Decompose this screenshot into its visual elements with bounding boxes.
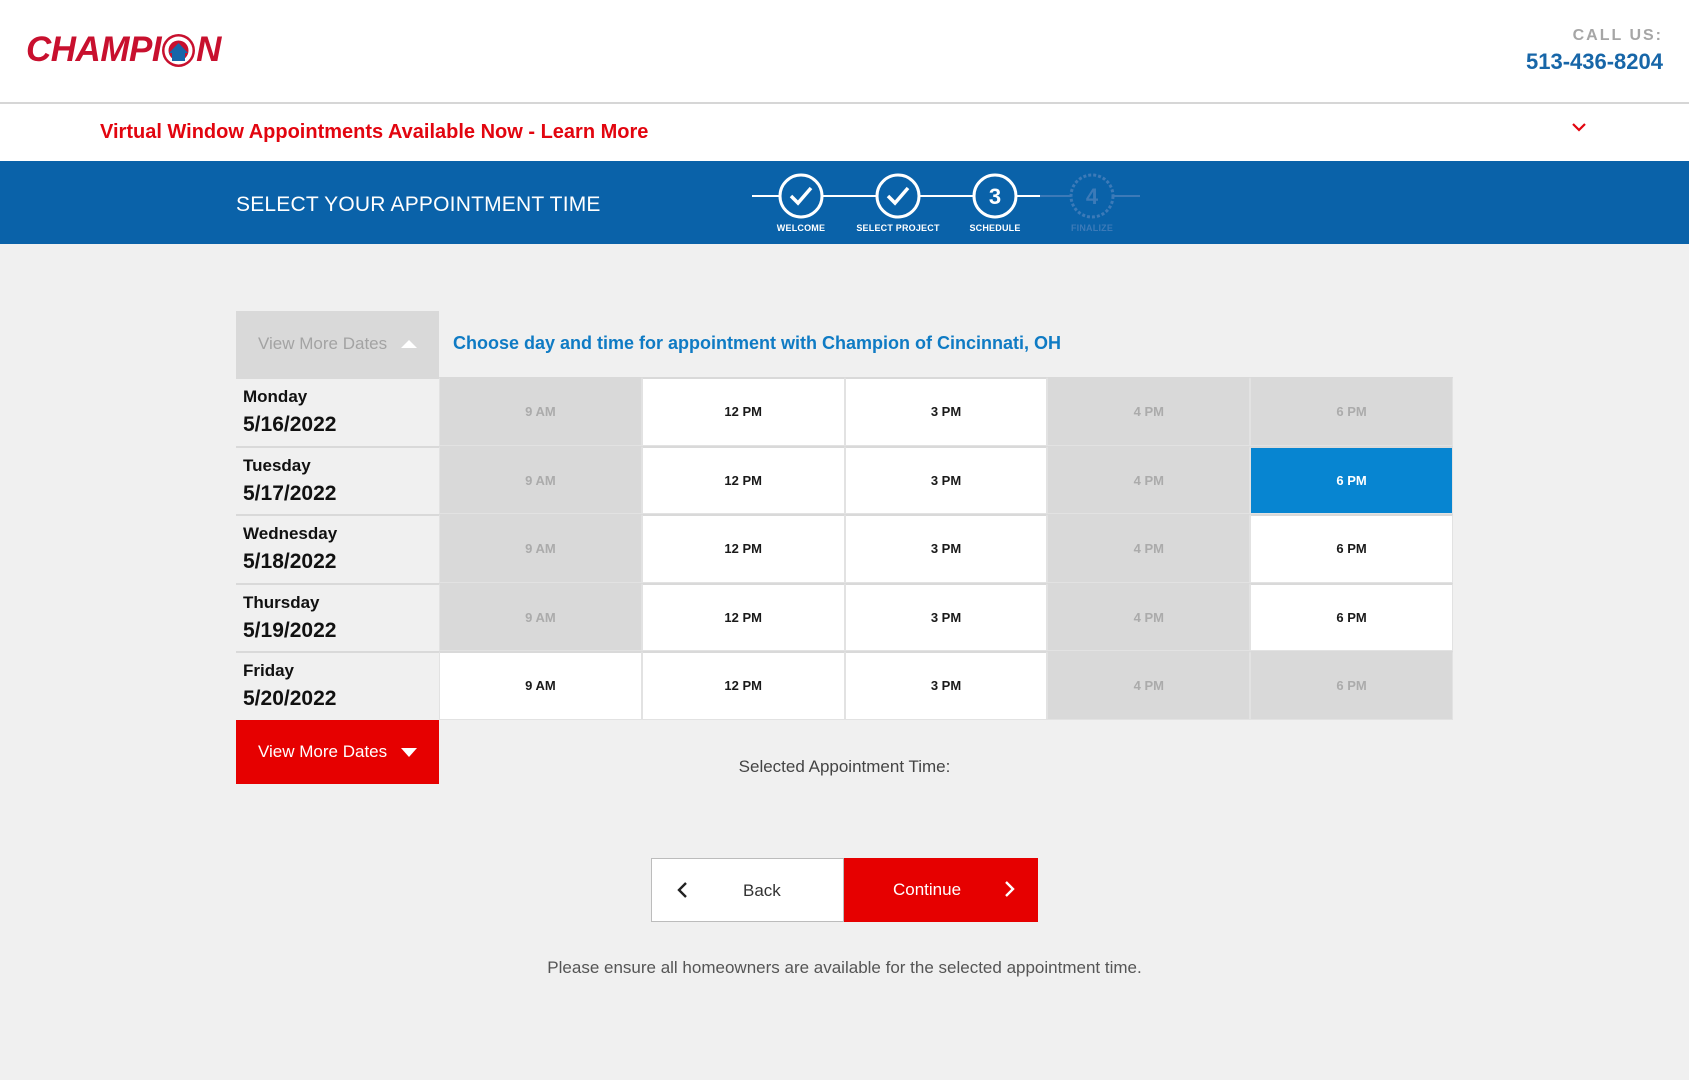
time-slot-6-pm[interactable]: 6 PM: [1250, 582, 1453, 651]
time-slot-3-pm[interactable]: 3 PM: [844, 582, 1048, 651]
time-slot-3-pm[interactable]: 3 PM: [844, 651, 1048, 720]
view-more-dates-up-label: View More Dates: [258, 334, 388, 353]
triangle-up-icon: [401, 340, 418, 348]
schedule-grid-header: View More Dates Choose day and time for …: [236, 311, 1453, 377]
time-slot-3-pm[interactable]: 3 PM: [844, 377, 1048, 446]
day-name: Friday: [243, 661, 295, 680]
selected-appointment-label: Selected Appointment Time:: [0, 757, 1689, 777]
page-title: SELECT YOUR APPOINTMENT TIME: [236, 193, 601, 216]
time-slot-4-pm: 4 PM: [1047, 445, 1251, 514]
champion-logo[interactable]: CHAMPI N: [26, 30, 221, 70]
day-cell: Tuesday 5/17/2022: [236, 445, 439, 514]
day-name: Thursday: [243, 592, 320, 612]
time-slot-3-pm[interactable]: 3 PM: [844, 514, 1048, 583]
time-slot-12-pm[interactable]: 12 PM: [641, 514, 845, 583]
progress-tracker: 3 4 WELCOME SELECT PROJECT SCHEDULE FINA…: [750, 161, 1150, 244]
day-row: Thursday 5/19/2022 9 AM 12 PM 3 PM 4 PM 6 PM: [236, 582, 1453, 651]
day-date: 5/20/2022: [243, 687, 337, 710]
virtual-appointments-link[interactable]: Virtual Window Appointments Available No…: [100, 121, 648, 144]
time-slot-12-pm[interactable]: 12 PM: [641, 582, 845, 651]
chevron-right-icon: [1005, 881, 1015, 897]
time-slot-6-pm[interactable]: 6 PM: [1250, 445, 1453, 514]
day-date: 5/16/2022: [243, 413, 337, 436]
promo-banner: Virtual Window Appointments Available No…: [0, 104, 1689, 161]
logo-house-icon: [162, 33, 196, 67]
day-cell: Monday 5/16/2022: [236, 377, 439, 446]
time-slot-12-pm[interactable]: 12 PM: [641, 651, 845, 720]
day-row: Wednesday 5/18/2022 9 AM 12 PM 3 PM 4 PM 6 PM: [236, 514, 1453, 583]
time-slot-4-pm: 4 PM: [1047, 377, 1251, 446]
day-cell: Wednesday 5/18/2022: [236, 514, 439, 583]
day-name: Monday: [243, 387, 308, 406]
time-slot-4-pm: 4 PM: [1047, 582, 1251, 651]
day-date: 5/17/2022: [243, 481, 337, 505]
step-bar: SELECT YOUR APPOINTMENT TIME 3 4 WELCOME…: [0, 161, 1689, 244]
day-cell: Friday 5/20/2022: [236, 651, 439, 720]
day-row: Monday 5/16/2022 9 AM 12 PM 3 PM 4 PM 6 PM: [236, 377, 1453, 446]
day-rows: Monday 5/16/2022 9 AM 12 PM 3 PM 4 PM 6 PM Tues…: [236, 377, 1453, 720]
selected-appointment-text: Selected Appointment Time:: [738, 757, 951, 776]
time-slot-9-am: 9 AM: [439, 445, 642, 514]
logo-text-2: N: [196, 30, 221, 69]
step-4-text: 4: [1086, 184, 1099, 209]
phone-link[interactable]: 513-436-8204: [1526, 49, 1663, 75]
step-label-finalize: FINALIZE: [1070, 223, 1114, 233]
day-date: 5/18/2022: [243, 550, 337, 573]
chevron-left-icon: [677, 882, 687, 898]
triangle-down-icon: [401, 747, 418, 757]
step-label-select-project: SELECT PROJECT: [856, 223, 940, 233]
day-row: Friday 5/20/2022 9 AM 12 PM 3 PM 4 PM 6 PM: [236, 651, 1453, 720]
chevron-down-icon[interactable]: [1571, 122, 1587, 134]
day-date: 5/19/2022: [243, 618, 337, 642]
time-slot-3-pm[interactable]: 3 PM: [844, 445, 1048, 514]
homeowners-note: Please ensure all homeowners are availab…: [547, 958, 1142, 977]
time-slot-4-pm: 4 PM: [1047, 651, 1251, 720]
day-name: Tuesday: [243, 455, 311, 475]
time-slot-12-pm[interactable]: 12 PM: [641, 445, 845, 514]
site-header: CHAMPI N CALL US: 513-436-8204: [0, 0, 1689, 104]
back-button-label: Back: [743, 881, 781, 900]
day-name: Wednesday: [243, 524, 338, 543]
day-row: Tuesday 5/17/2022 9 AM 12 PM 3 PM 4 PM 6 PM: [236, 445, 1453, 514]
time-slot-9-am: 9 AM: [439, 514, 642, 583]
continue-button[interactable]: Continue: [844, 858, 1038, 922]
time-slot-9-am: 9 AM: [439, 582, 642, 651]
time-slot-6-pm: 6 PM: [1250, 651, 1453, 720]
back-button[interactable]: Back: [651, 858, 844, 922]
logo-text-1: CHAMPI: [26, 30, 162, 69]
step-3-text: 3: [989, 184, 1001, 209]
day-cell: Thursday 5/19/2022: [236, 582, 439, 651]
step-label-schedule: SCHEDULE: [969, 223, 1021, 233]
time-slot-4-pm: 4 PM: [1047, 514, 1251, 583]
step-label-welcome: WELCOME: [776, 223, 826, 233]
time-slot-9-am[interactable]: 9 AM: [439, 651, 642, 720]
time-slot-9-am: 9 AM: [439, 377, 642, 446]
call-us-label: CALL US:: [1572, 27, 1663, 44]
time-slot-6-pm[interactable]: 6 PM: [1250, 514, 1453, 583]
schedule-heading: Choose day and time for appointment with…: [453, 333, 1062, 353]
continue-button-label: Continue: [893, 880, 962, 899]
time-slot-6-pm: 6 PM: [1250, 377, 1453, 446]
time-slot-12-pm[interactable]: 12 PM: [641, 377, 845, 446]
view-more-dates-up-button[interactable]: View More Dates: [236, 311, 439, 377]
